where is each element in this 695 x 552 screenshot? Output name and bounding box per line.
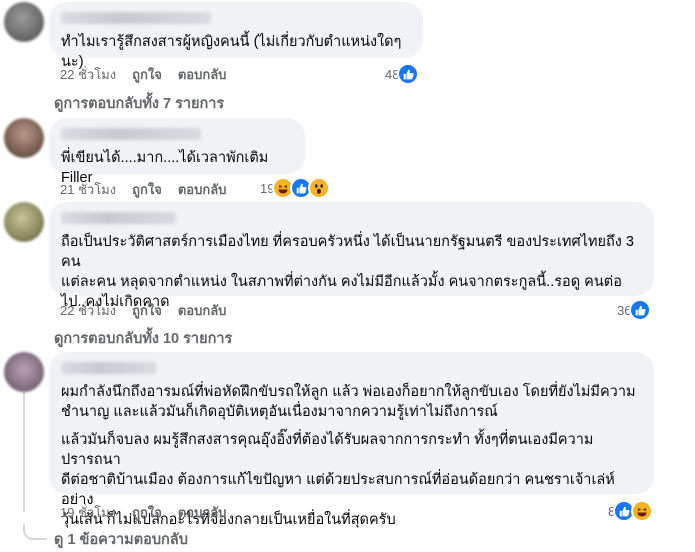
comment-timestamp[interactable]: 22 ชั่วโมง xyxy=(60,64,116,85)
like-button[interactable]: ถูกใจ xyxy=(132,179,162,200)
comment-text: ผมกำลังนึกถึงอารมณ์ที่พ่อหัดฝึกขับรถให้ล… xyxy=(61,384,636,420)
comment-timestamp[interactable]: 21 ชั่วโมง xyxy=(60,179,116,200)
commenter-name[interactable] xyxy=(61,212,176,224)
comment-timestamp[interactable]: 22 ชั่วโมง xyxy=(60,300,116,321)
comment-bubble: ผมกำลังนึกถึงอารมณ์ที่พ่อหัดฝึกขับรถให้ล… xyxy=(49,352,654,528)
haha-reaction-icon xyxy=(631,500,654,522)
reaction-summary[interactable]: 19 xyxy=(260,177,331,199)
like-button[interactable]: ถูกใจ xyxy=(132,300,162,321)
commenter-name[interactable] xyxy=(61,128,201,140)
comment-timestamp[interactable]: 19 ชั่วโมง xyxy=(60,502,116,523)
comment-actions: 21 ชั่วโมง ถูกใจ ตอบกลับ xyxy=(60,179,226,200)
reply-button[interactable]: ตอบกลับ xyxy=(178,300,227,321)
comment-actions: 22 ชั่วโมง ถูกใจ ตอบกลับ xyxy=(60,64,226,85)
reaction-summary[interactable]: 36 xyxy=(617,299,652,321)
avatar[interactable] xyxy=(4,2,44,42)
like-reaction-icon xyxy=(397,63,420,85)
view-replies-link[interactable]: ดูการตอบกลับทั้ง 10 รายการ xyxy=(54,327,232,350)
reply-button[interactable]: ตอบกลับ xyxy=(178,179,227,200)
reaction-summary[interactable]: 8 xyxy=(608,500,654,522)
comment-bubble: พี่เขียนได้....มาก....ได้เวลาพักเติม Fil… xyxy=(49,118,305,186)
comment-actions: 19 ชั่วโมง ถูกใจ ตอบกลับ xyxy=(60,502,226,523)
avatar[interactable] xyxy=(4,118,44,158)
thread-line xyxy=(23,392,25,512)
reaction-summary[interactable]: 48 xyxy=(385,63,420,85)
thread-elbow xyxy=(23,524,47,540)
avatar[interactable] xyxy=(4,202,44,242)
like-reaction-icon xyxy=(629,299,652,321)
commenter-name[interactable] xyxy=(61,362,156,374)
view-replies-link[interactable]: ดู 1 ข้อความตอบกลับ xyxy=(54,528,188,551)
comment-bubble: ถือเป็นประวัติศาสตร์การเมืองไทย ที่ครอบค… xyxy=(49,202,654,310)
comment-bubble: ทำไมเรารู้สึกสงสารผู้หญิงคนนี้ (ไม่เกี่ย… xyxy=(49,2,423,70)
like-button[interactable]: ถูกใจ xyxy=(132,502,162,523)
reply-button[interactable]: ตอบกลับ xyxy=(178,64,227,85)
wow-reaction-icon xyxy=(308,177,331,199)
commenter-name[interactable] xyxy=(61,12,211,24)
reply-button[interactable]: ตอบกลับ xyxy=(178,502,227,523)
comment-actions: 22 ชั่วโมง ถูกใจ ตอบกลับ xyxy=(60,300,226,321)
view-replies-link[interactable]: ดูการตอบกลับทั้ง 7 รายการ xyxy=(54,92,224,115)
like-button[interactable]: ถูกใจ xyxy=(132,64,162,85)
avatar[interactable] xyxy=(4,352,44,392)
